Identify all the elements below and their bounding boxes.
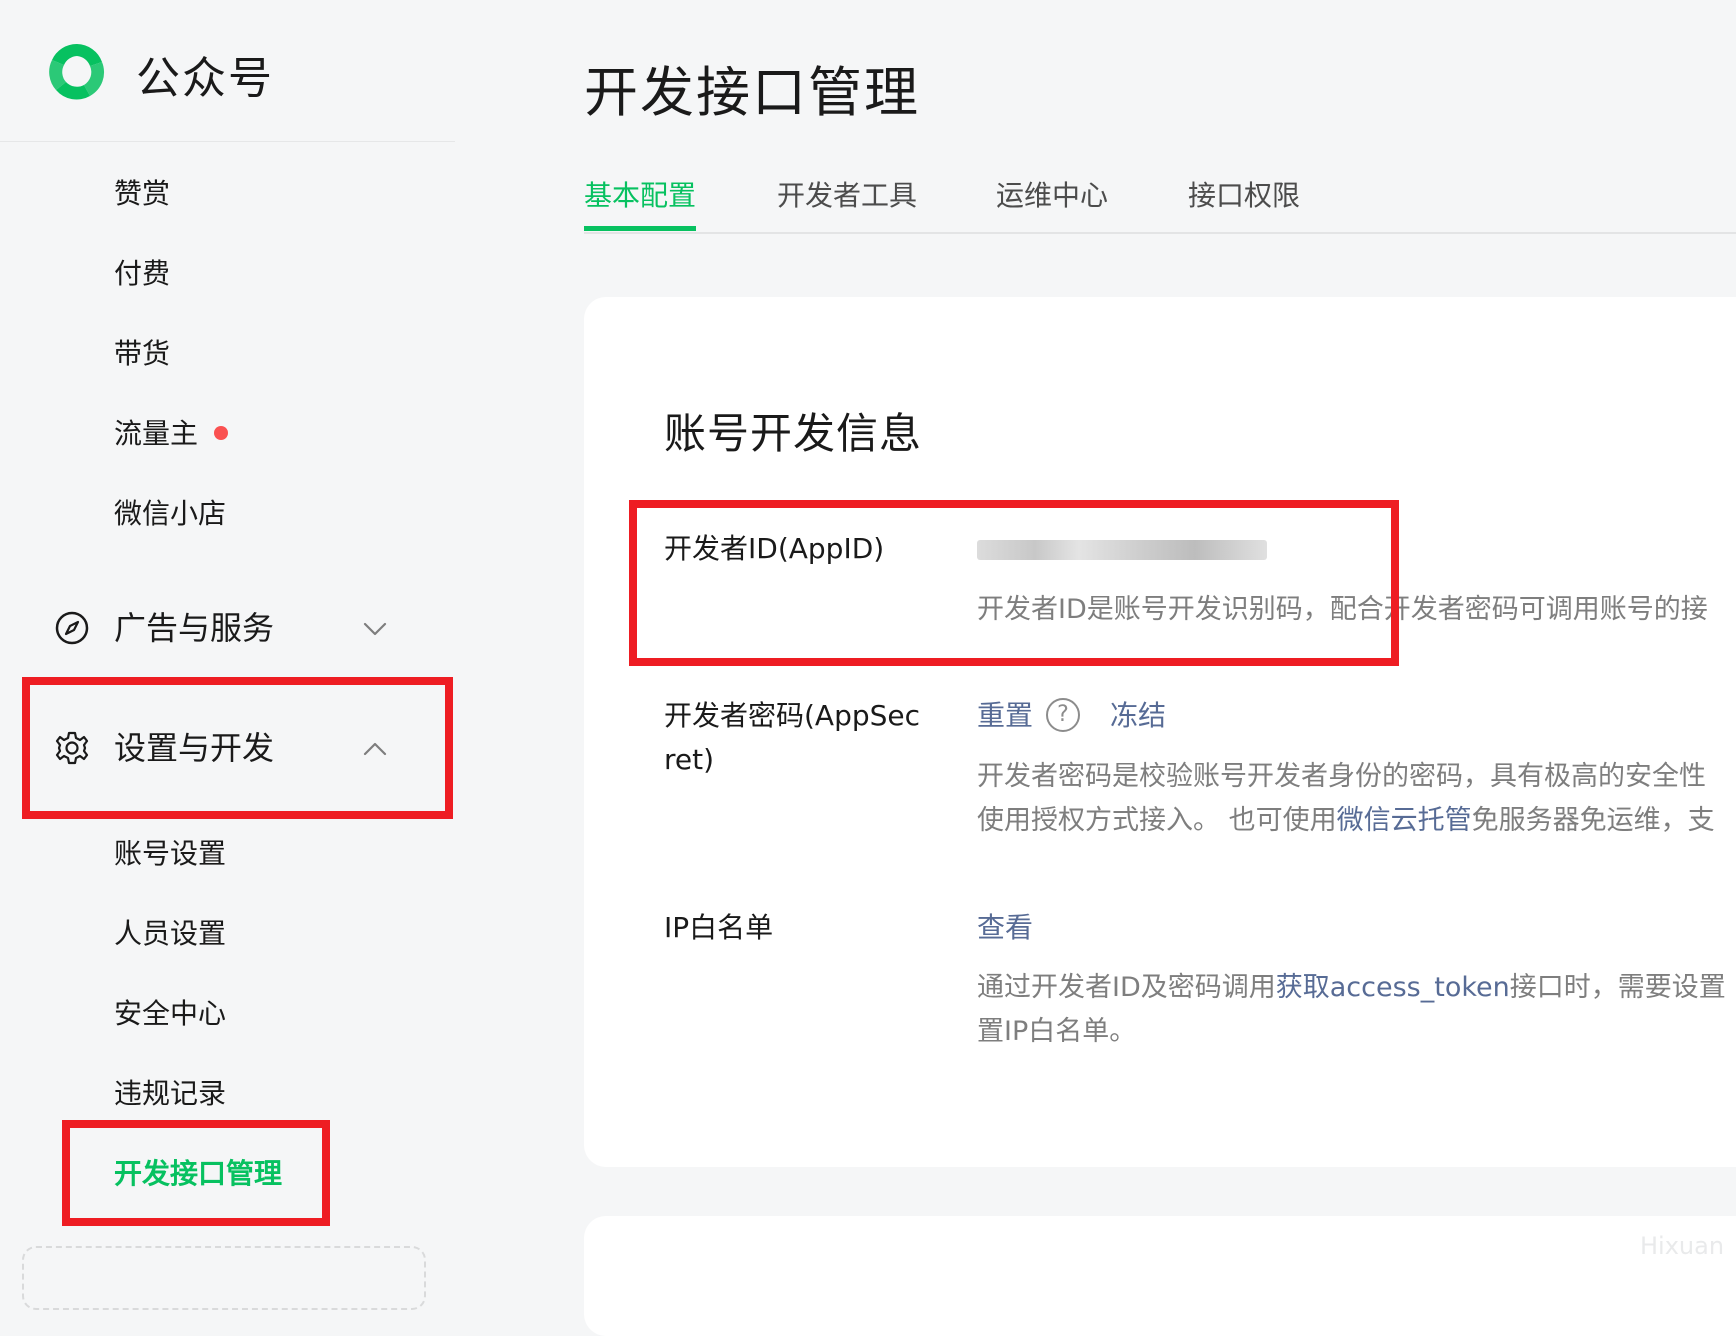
sidebar-group-settings-dev[interactable]: 设置与开发	[0, 718, 455, 778]
logo-area: 公众号	[0, 0, 455, 142]
active-tab-indicator	[584, 226, 696, 231]
sidebar: 公众号 赞赏 付费 带货 流量主 微信小店 广告与服务 设置与开发 账号设置 人…	[0, 0, 455, 1310]
section-title: 账号开发信息	[664, 409, 923, 458]
sidebar-item-payment[interactable]: 付费	[114, 256, 170, 292]
desc-text: 通过开发者ID及密码调用	[977, 972, 1276, 1003]
tab-api-permissions[interactable]: 接口权限	[1188, 178, 1300, 214]
appid-label: 开发者ID(AppID)	[664, 532, 885, 565]
sidebar-bottom-card	[22, 1246, 426, 1310]
tab-basic-config[interactable]: 基本配置	[584, 178, 696, 214]
ip-whitelist-description-line1: 通过开发者ID及密码调用获取access_token接口时，需要设置	[977, 966, 1726, 1010]
app-name: 公众号	[136, 53, 274, 104]
desc-text: 接口时，需要设置	[1509, 972, 1726, 1003]
view-ip-whitelist-link[interactable]: 查看	[977, 908, 1033, 948]
secondary-card	[584, 1216, 1736, 1336]
freeze-secret-link[interactable]: 冻结	[1110, 696, 1166, 736]
appsecret-description-line1: 开发者密码是校验账号开发者身份的密码，具有极高的安全性	[977, 761, 1706, 792]
sidebar-item-traffic-host[interactable]: 流量主	[114, 416, 198, 452]
compass-icon	[55, 611, 89, 645]
appsecret-label-line2: ret)	[664, 743, 715, 776]
tab-ops-center[interactable]: 运维中心	[996, 178, 1108, 214]
tab-bar: 基本配置 开发者工具 运维中心 接口权限	[584, 172, 1736, 234]
appsecret-description-line2: 使用授权方式接入。 也可使用微信云托管免服务器免运维，支	[977, 799, 1715, 843]
sidebar-item-dev-interface[interactable]: 开发接口管理	[114, 1156, 282, 1192]
access-token-link[interactable]: 获取access_token	[1276, 972, 1510, 1003]
desc-text: 使用授权方式接入。 也可使用	[977, 805, 1337, 836]
watermark: Hixuan	[1640, 1232, 1725, 1260]
reset-secret-link[interactable]: 重置	[977, 696, 1033, 736]
sidebar-item-commerce[interactable]: 带货	[114, 336, 170, 372]
tab-developer-tools[interactable]: 开发者工具	[777, 178, 917, 214]
appsecret-label-line1: 开发者密码(AppSec	[664, 699, 921, 732]
desc-text: 免服务器免运维，支	[1471, 805, 1715, 836]
sidebar-group-label: 设置与开发	[114, 729, 275, 767]
sidebar-group-label: 广告与服务	[114, 609, 275, 647]
page-title: 开发接口管理	[584, 61, 920, 124]
help-icon[interactable]: ?	[1046, 698, 1080, 732]
notification-badge	[214, 426, 228, 440]
sidebar-item-account-settings[interactable]: 账号设置	[114, 836, 226, 872]
wechat-official-account-logo-icon[interactable]	[44, 38, 110, 104]
sidebar-item-security-center[interactable]: 安全中心	[114, 996, 226, 1032]
ip-whitelist-description-line2: 置IP白名单。	[977, 1016, 1137, 1047]
ip-whitelist-label: IP白名单	[664, 911, 774, 944]
sidebar-item-member-settings[interactable]: 人员设置	[114, 916, 226, 952]
sidebar-item-reward[interactable]: 赞赏	[114, 176, 170, 212]
chevron-up-icon	[363, 742, 387, 756]
sidebar-item-violation-records[interactable]: 违规记录	[114, 1076, 226, 1112]
sidebar-group-ads-services[interactable]: 广告与服务	[0, 598, 455, 658]
sidebar-item-wechat-shop[interactable]: 微信小店	[114, 496, 226, 532]
cloud-hosting-link[interactable]: 微信云托管	[1337, 805, 1472, 836]
appid-description: 开发者ID是账号开发识别码，配合开发者密码可调用账号的接	[977, 594, 1708, 625]
chevron-down-icon	[363, 622, 387, 636]
gear-icon	[55, 731, 89, 765]
